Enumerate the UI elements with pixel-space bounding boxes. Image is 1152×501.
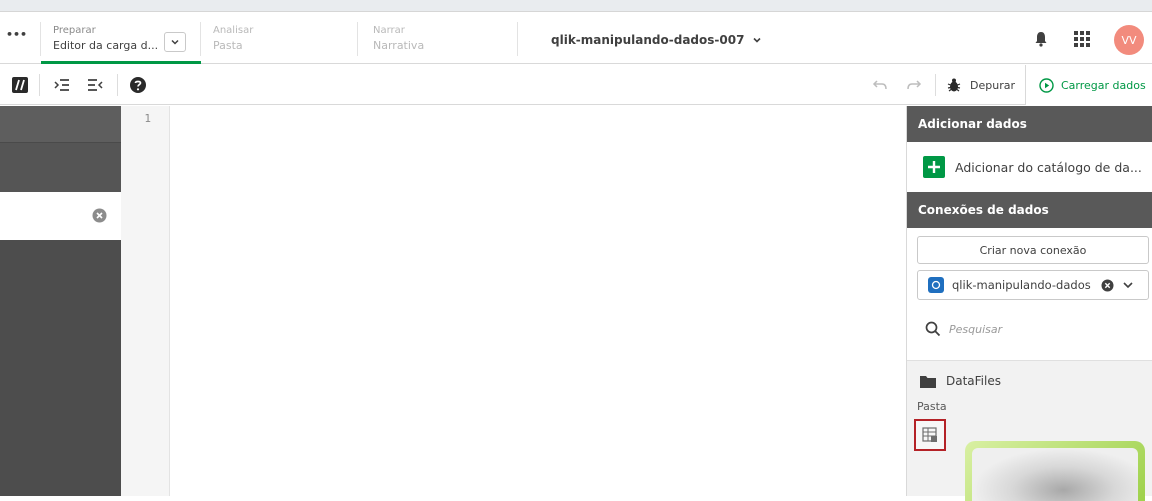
data-sources-panel: Adicionar dados Adicionar do catálogo de…	[906, 106, 1152, 501]
help-icon	[130, 77, 146, 93]
indent-icon	[54, 79, 69, 91]
add-from-catalog-label: Adicionar do catálogo de da...	[955, 159, 1142, 175]
table-select-icon	[922, 427, 937, 442]
sections-subheader-bar	[0, 142, 121, 192]
browser-strip	[0, 0, 1152, 12]
redo-icon	[907, 80, 922, 90]
close-circle-icon	[92, 208, 107, 223]
webcam-overlay	[965, 441, 1145, 501]
section-search-input[interactable]	[0, 192, 121, 240]
prepare-dropdown-button[interactable]	[164, 32, 186, 52]
more-menu-icon: •••	[6, 28, 28, 41]
load-data-button[interactable]: Carregar dados	[1025, 65, 1152, 105]
indent-button[interactable]	[53, 76, 71, 94]
nav-step-label: Narrar	[373, 25, 405, 36]
avatar-initials: VV	[1121, 33, 1137, 47]
avatar[interactable]: VV	[1114, 25, 1144, 55]
space-select[interactable]: qlik-manipulando-dados	[917, 270, 1149, 300]
nav-step-label: Analisar	[213, 25, 254, 36]
folder-item[interactable]: DataFiles	[920, 372, 1001, 390]
nav-step-narrate[interactable]: Narrar Narrativa	[373, 12, 513, 64]
outdent-icon	[88, 79, 103, 91]
connections-search[interactable]: Pesquisar	[925, 318, 1145, 340]
sections-panel	[0, 106, 121, 496]
clear-selection-icon[interactable]	[1101, 279, 1114, 292]
folder-type-label: Pasta	[917, 400, 947, 413]
folder-icon	[920, 375, 936, 388]
active-step-underline	[41, 61, 201, 64]
nav-step-value: Pasta	[213, 39, 243, 52]
create-connection-label: Criar nova conexão	[979, 243, 1087, 257]
app-title: qlik-manipulando-dados-007	[551, 33, 745, 47]
chevron-down-icon	[753, 37, 762, 43]
chevron-down-icon	[171, 39, 179, 45]
create-connection-button[interactable]: Criar nova conexão	[917, 236, 1149, 264]
editor-toolbar: Depurar Carregar dados	[0, 65, 1152, 105]
add-from-catalog-button[interactable]: Adicionar do catálogo de da...	[907, 142, 1152, 192]
play-circle-icon	[1039, 77, 1054, 93]
clear-search-button[interactable]	[92, 208, 107, 223]
help-button[interactable]	[129, 76, 147, 94]
comment-button[interactable]	[10, 75, 30, 95]
search-placeholder: Pesquisar	[949, 322, 1003, 336]
line-number-gutter: 1	[121, 106, 170, 496]
undo-icon	[872, 80, 887, 90]
chevron-down-icon	[1123, 282, 1133, 289]
connections-header: Conexões de dados	[907, 192, 1152, 228]
line-number: 1	[144, 112, 151, 125]
comment-icon	[12, 77, 28, 93]
outdent-button[interactable]	[86, 76, 104, 94]
select-data-button[interactable]	[914, 419, 946, 451]
nav-step-analyze[interactable]: Analisar Pasta	[213, 12, 353, 64]
nav-step-value: Narrativa	[373, 39, 425, 52]
notifications-button[interactable]	[1032, 30, 1050, 48]
app-title-dropdown[interactable]: qlik-manipulando-dados-007	[551, 31, 762, 49]
space-icon	[928, 277, 944, 293]
more-menu-button[interactable]: •••	[6, 28, 28, 48]
redo-button[interactable]	[905, 77, 923, 93]
search-icon	[925, 321, 941, 337]
apps-grid-button[interactable]	[1073, 30, 1091, 48]
selected-space-label: qlik-manipulando-dados	[952, 278, 1091, 292]
folder-name: DataFiles	[946, 374, 1001, 388]
debug-label: Depurar	[970, 78, 1015, 92]
script-editor[interactable]	[170, 106, 906, 496]
bug-icon	[947, 78, 961, 92]
bell-icon	[1035, 32, 1047, 47]
debug-button[interactable]: Depurar	[946, 75, 1015, 95]
add-data-header: Adicionar dados	[907, 106, 1152, 142]
undo-button[interactable]	[871, 77, 889, 93]
webcam-image	[972, 448, 1138, 501]
top-navbar: ••• Preparar Editor da carga d... Analis…	[0, 12, 1152, 64]
load-data-label: Carregar dados	[1061, 78, 1146, 92]
sections-header-bar	[0, 106, 121, 142]
grid-icon	[1074, 31, 1090, 47]
plus-icon	[923, 156, 945, 178]
